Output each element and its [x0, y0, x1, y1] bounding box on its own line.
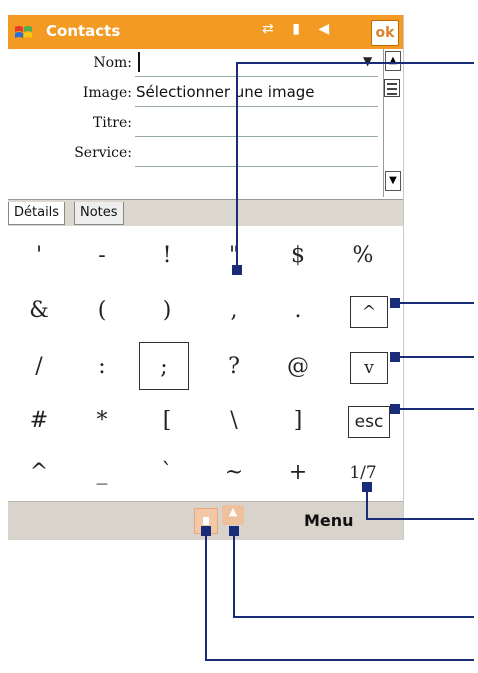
title-bar: Contacts ⇄ ▮ ◀ ok	[8, 15, 403, 49]
menu-button[interactable]: Menu	[304, 511, 354, 530]
key-dollar[interactable]: $	[270, 231, 326, 281]
tab-strip: Détails Notes	[8, 199, 403, 227]
list-icon[interactable]	[384, 79, 400, 97]
ok-button[interactable]: ok	[371, 20, 399, 46]
key-exclamation[interactable]: !	[139, 231, 195, 281]
callout-dot	[201, 526, 211, 536]
key-page-up[interactable]: ^	[350, 296, 388, 328]
key-apostrophe[interactable]: '	[11, 231, 67, 281]
key-slash[interactable]: /	[11, 342, 67, 392]
signal-icon[interactable]: ▮	[292, 21, 300, 37]
status-icons: ⇄ ▮ ◀	[262, 21, 343, 37]
key-question[interactable]: ?	[206, 342, 262, 392]
key-semicolon[interactable]: ;	[139, 342, 189, 390]
volume-icon[interactable]: ◀	[318, 21, 329, 37]
field-label: Service:	[74, 145, 132, 161]
form-row-image[interactable]: Image: Sélectionner une image	[8, 79, 378, 109]
key-period[interactable]: .	[270, 286, 326, 336]
key-ampersand[interactable]: &	[11, 286, 67, 336]
key-esc[interactable]: esc	[348, 406, 390, 438]
key-underscore[interactable]: _	[74, 448, 130, 498]
field-label: Titre:	[92, 115, 132, 131]
key-asterisk[interactable]: *	[74, 396, 130, 446]
chevron-down-icon[interactable]: ▼	[363, 54, 372, 68]
form-scrollbar[interactable]: ▲ ▼	[383, 49, 401, 197]
key-paren-close[interactable]: )	[139, 286, 195, 336]
key-backslash[interactable]: \	[206, 396, 262, 446]
key-percent[interactable]: %	[335, 231, 391, 281]
input-selector-arrow-icon[interactable]: ▲	[222, 505, 244, 525]
field-label: Image:	[82, 85, 132, 101]
connectivity-icon[interactable]: ⇄	[262, 21, 274, 37]
callout-dot	[390, 298, 400, 308]
contact-form: Nom: ▼ Image: Sélectionner une image Tit…	[8, 49, 403, 199]
tab-notes[interactable]: Notes	[74, 202, 124, 225]
text-caret	[138, 52, 140, 72]
callout-dot	[390, 404, 400, 414]
key-paren-open[interactable]: (	[74, 286, 130, 336]
key-tilde[interactable]: ~	[206, 448, 262, 498]
form-row-name: Nom: ▼	[8, 49, 378, 79]
device-screen: Contacts ⇄ ▮ ◀ ok Nom: ▼ Image: Sélectio…	[8, 15, 404, 540]
key-bracket-open[interactable]: [	[139, 396, 195, 446]
key-comma[interactable]: ,	[206, 286, 262, 336]
key-at[interactable]: @	[270, 342, 326, 392]
image-field[interactable]: Sélectionner une image	[136, 83, 315, 101]
callout-dot	[229, 526, 239, 536]
callout-dot	[232, 265, 242, 275]
field-label: Nom:	[93, 55, 132, 71]
key-hyphen[interactable]: -	[74, 231, 130, 281]
key-caret[interactable]: ^	[11, 448, 67, 498]
windows-logo-icon[interactable]	[13, 21, 35, 43]
key-colon[interactable]: :	[74, 342, 130, 392]
scroll-down-icon[interactable]: ▼	[385, 171, 401, 191]
symbol-keyboard: ' - ! " $ % & ( ) , . ^ / : ; ? @ v # * …	[8, 226, 403, 501]
callout-dot	[390, 352, 400, 362]
form-row-service[interactable]: Service:	[8, 139, 378, 169]
form-row-title[interactable]: Titre:	[8, 109, 378, 139]
key-backtick[interactable]: `	[139, 448, 195, 498]
key-plus[interactable]: +	[270, 448, 326, 498]
tab-details[interactable]: Détails	[8, 202, 66, 225]
scroll-up-icon[interactable]: ▲	[385, 51, 401, 71]
app-title: Contacts	[46, 22, 121, 40]
callout-dot	[362, 482, 372, 492]
key-bracket-close[interactable]: ]	[270, 396, 326, 446]
key-page-down[interactable]: v	[350, 352, 388, 384]
key-hash[interactable]: #	[11, 396, 67, 446]
